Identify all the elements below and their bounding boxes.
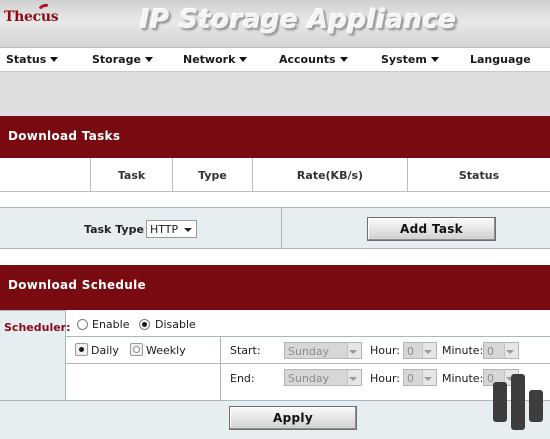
chevron-down-icon bbox=[506, 350, 514, 354]
task-table-header: Task Type Rate(KB/s) Status bbox=[0, 158, 550, 192]
chevron-down-icon bbox=[424, 377, 432, 381]
end-minute-label: Minute: bbox=[442, 372, 484, 385]
end-hour-select[interactable]: 0 bbox=[403, 369, 437, 386]
column-type: Type bbox=[172, 158, 252, 192]
download-schedule-header: Download Schedule bbox=[0, 265, 550, 310]
chevron-down-icon bbox=[184, 228, 192, 232]
menu-status[interactable]: Status bbox=[6, 53, 59, 66]
chevron-down-icon bbox=[50, 57, 59, 62]
app-title: IP Storage Appliance bbox=[140, 5, 457, 35]
apply-button[interactable]: Apply bbox=[229, 406, 357, 430]
disable-label: Disable bbox=[155, 318, 196, 331]
start-minute-value: 0 bbox=[487, 345, 494, 358]
menu-accounts[interactable]: Accounts bbox=[279, 53, 348, 66]
divider bbox=[220, 336, 221, 400]
enable-radio[interactable] bbox=[77, 319, 88, 330]
task-type-value: HTTP bbox=[150, 223, 179, 236]
page-spacer bbox=[0, 72, 550, 116]
column-status: Status bbox=[407, 158, 550, 192]
start-minute-select[interactable]: 0 bbox=[483, 342, 519, 359]
column-task: Task bbox=[90, 158, 172, 192]
end-day-select[interactable]: Sunday bbox=[284, 369, 362, 386]
end-hour-value: 0 bbox=[407, 372, 414, 385]
start-hour-label: Hour: bbox=[370, 344, 401, 357]
menu-storage[interactable]: Storage bbox=[92, 53, 153, 66]
start-label: Start: bbox=[230, 344, 261, 357]
start-minute-label: Minute: bbox=[442, 344, 484, 357]
scheduler-label: Scheduler: bbox=[4, 321, 71, 334]
start-day-value: Sunday bbox=[288, 345, 330, 358]
weekly-radio[interactable] bbox=[130, 343, 143, 356]
divider bbox=[66, 336, 550, 337]
menu-system[interactable]: System bbox=[381, 53, 439, 66]
start-hour-value: 0 bbox=[407, 345, 414, 358]
add-task-button[interactable]: Add Task bbox=[367, 217, 496, 241]
divider bbox=[66, 363, 550, 364]
task-type-label: Task Type bbox=[84, 223, 144, 236]
add-task-row: Task Type HTTP Add Task bbox=[0, 207, 550, 249]
task-type-select[interactable]: HTTP bbox=[146, 220, 197, 238]
menu-language[interactable]: Language bbox=[470, 53, 531, 66]
chevron-down-icon bbox=[349, 350, 357, 354]
divider bbox=[281, 208, 282, 248]
scheduler-label-cell: Scheduler: bbox=[0, 310, 71, 400]
enable-label: Enable bbox=[92, 318, 130, 331]
chevron-down-icon bbox=[239, 57, 248, 62]
download-tasks-header: Download Tasks bbox=[0, 116, 550, 158]
end-hour-label: Hour: bbox=[370, 372, 401, 385]
daily-label: Daily bbox=[91, 344, 119, 357]
column-blank bbox=[0, 158, 90, 192]
chevron-down-icon bbox=[430, 57, 439, 62]
main-menu: Status Storage Network Accounts System L… bbox=[0, 48, 550, 72]
watermark-logo-icon bbox=[493, 374, 545, 434]
end-label: End: bbox=[230, 372, 255, 385]
chevron-down-icon bbox=[144, 57, 153, 62]
weekly-label: Weekly bbox=[146, 344, 186, 357]
chevron-down-icon bbox=[339, 57, 348, 62]
chevron-down-icon bbox=[349, 377, 357, 381]
menu-network[interactable]: Network bbox=[183, 53, 248, 66]
end-day-value: Sunday bbox=[288, 372, 330, 385]
start-hour-select[interactable]: 0 bbox=[403, 342, 437, 359]
daily-radio[interactable] bbox=[75, 343, 88, 356]
disable-radio[interactable] bbox=[139, 319, 150, 330]
column-rate: Rate(KB/s) bbox=[252, 158, 407, 192]
chevron-down-icon bbox=[424, 350, 432, 354]
start-day-select[interactable]: Sunday bbox=[284, 342, 362, 359]
app-header: Thecus IP Storage Appliance bbox=[0, 0, 550, 48]
